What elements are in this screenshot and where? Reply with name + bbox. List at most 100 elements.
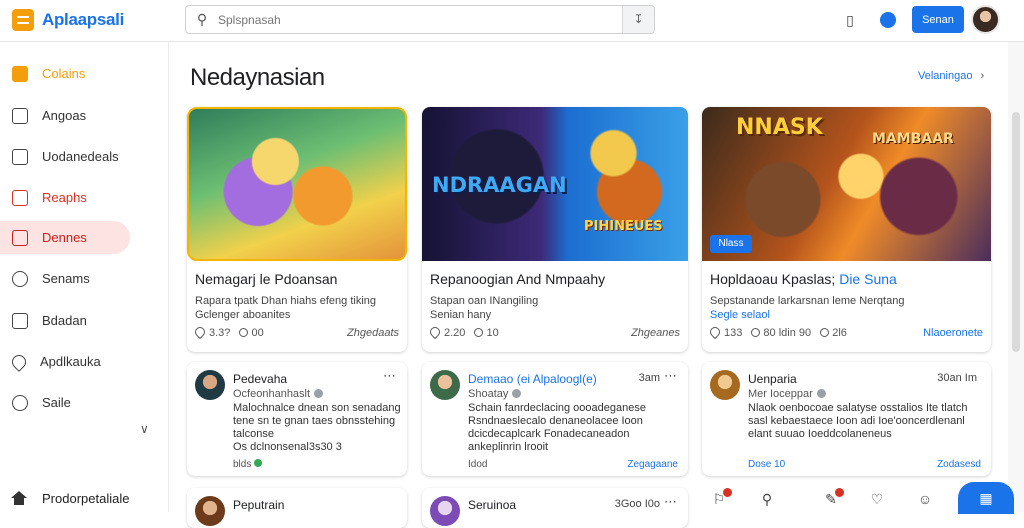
post-card[interactable]: Peputrain [187,488,407,528]
sidebar-item-apdlkauka[interactable]: Apdlkauka [0,345,130,378]
post-author[interactable]: Pedevaha [233,372,287,386]
card-tag[interactable]: Zhgeanes [631,327,680,339]
sidebar-item-label: Bdadan [42,313,87,328]
game-card[interactable]: NDRAAGAN PIHINEUES Repanoogian And Nmpaa… [422,107,688,352]
post-subtitle: Mer Ioceppar [748,388,826,400]
more-icon[interactable]: ⋯ [664,494,678,510]
sidebar-item-label: Angoas [42,108,87,123]
thumbnail-subtitle: PIHINEUES [584,219,663,234]
chevron-down-icon[interactable]: ∨ [140,422,149,436]
puzzle-icon [12,189,28,206]
voice-search-button[interactable]: ↧ [622,6,654,33]
avatar[interactable] [195,496,225,526]
verified-icon [512,389,522,398]
post-link[interactable]: Zodasesd [937,459,981,470]
chat-icon[interactable] [878,10,898,30]
thumbnail-title: NNASK [736,115,823,140]
game-card[interactable]: NNASK MAMBAAR Nlass Hopldaoau Kpaslas; D… [702,107,991,352]
bottom-nav-home[interactable]: Prodorpetaliale [0,484,169,512]
more-icon[interactable]: ⋯ [383,368,397,384]
see-all-label: Velaningao [918,70,973,82]
post-card[interactable]: Pedevaha ⋯ Ocfeonhanhaslt Malochnalce dn… [187,362,407,476]
heart-icon[interactable] [192,324,208,340]
comment-icon[interactable] [474,328,484,337]
post-subtitle: Shoatay [468,388,522,400]
avatar[interactable] [710,370,740,400]
card-desc-line: Sepstanande larkarsnan leme Nerqtang [710,295,905,307]
game-thumbnail[interactable] [187,107,407,261]
post-card[interactable]: Uenparia 30an Im Mer Ioceppar Nlaok oenb… [702,362,991,476]
sidebar-item-label: Uodanedeals [42,149,119,164]
more-icon[interactable]: ⋯ [664,368,678,384]
device-icon[interactable]: ▯ [840,10,860,30]
post-author[interactable]: Demaao (ei Alpaloogl(e) [468,372,597,386]
card-tag[interactable]: Nlaoeronete [923,327,983,339]
post-card[interactable]: Demaao (ei Alpaloogl(e) 3am ⋯ Shoatay Sc… [422,362,688,476]
comment-icon[interactable] [239,328,249,337]
card-title[interactable]: Repanoogian And Nmpaahy [430,271,605,287]
sidebar-item-bdadan[interactable]: Bdadan [0,304,130,337]
card-desc-line: Stapan oan INangiling [430,295,539,307]
sidebar: Colains Angoas Uodanedeals Reaphs Dennes… [0,42,169,512]
search-box[interactable]: ⚲ ↧ [185,5,655,34]
post-author[interactable]: Peputrain [233,498,284,512]
emoji-icon[interactable]: ☺ [916,490,934,508]
like-icon[interactable]: ♡ [868,490,886,508]
thumbnail-title: NDRAAGAN [432,173,567,197]
app-logo[interactable]: Aplaapsali [12,9,124,31]
sidebar-item-senams[interactable]: Senams [0,262,130,295]
scrollbar[interactable] [1008,42,1024,512]
comment-icon[interactable] [751,328,761,337]
sidebar-item-dennes[interactable]: Dennes [0,221,130,254]
menu-icon[interactable] [12,9,34,31]
sidebar-item-reaphs[interactable]: Reaphs [0,181,130,214]
card-desc-line: Rapara tpatk Dhan hiahs efeng tiking [195,295,377,307]
user-avatar[interactable] [971,5,1000,34]
heart-icon[interactable] [707,324,723,340]
like-count: 2.20 [444,327,466,339]
card-stats: 3.3? 00 [192,324,264,340]
post-text: Os dclnonsenal3s30 3 [233,441,342,453]
search-input[interactable] [218,12,622,27]
post-footer[interactable]: Dose 10 [748,459,785,470]
game-thumbnail[interactable]: NNASK MAMBAAR Nlass [702,107,991,261]
sidebar-item-label: Apdlkauka [40,354,101,369]
see-all-link[interactable]: Velaningao › [918,70,984,82]
card-title-link[interactable]: Die Suna [839,271,897,287]
post-author[interactable]: Uenparia [748,372,797,386]
sidebar-item-uodanedeals[interactable]: Uodanedeals [0,140,130,173]
main-content: Nedaynasian Velaningao › Nemagarj le Pdoa… [170,42,1008,528]
comment-count: 00 [251,327,264,339]
avatar[interactable] [430,496,460,526]
verified-icon [314,389,324,398]
sidebar-item-saile[interactable]: Saile [0,386,130,419]
game-thumbnail[interactable]: NDRAAGAN PIHINEUES [422,107,688,261]
search-icon[interactable]: ⚲ [758,490,776,508]
edit-icon[interactable]: ✎ [822,488,844,508]
card-title[interactable]: Hopldaoau Kpaslas; Die Suna [710,271,897,287]
like-count: 3.3? [209,327,231,339]
share-icon[interactable] [820,328,830,337]
scroll-thumb[interactable] [1012,112,1020,352]
sign-in-button[interactable]: Senan [912,6,964,33]
game-card[interactable]: Nemagarj le Pdoansan Rapara tpatk Dhan h… [187,107,407,352]
notifications-icon[interactable]: ⚐ [710,488,732,508]
avatar[interactable] [430,370,460,400]
card-title[interactable]: Nemagarj le Pdoansan [195,271,337,287]
card-description: Stapan oan INangiling Senian hany [430,294,630,322]
sidebar-item-angoas[interactable]: Angoas [0,99,130,132]
notification-badge [723,488,732,497]
online-icon [254,459,263,467]
post-body: Nlaok oenbocoae salatyse osstalios Ite t… [748,402,968,440]
sidebar-item-label: Reaphs [42,190,87,205]
avatar[interactable] [195,370,225,400]
post-card[interactable]: Seruinoa 3Goo I0o ⋯ [422,488,688,528]
sidebar-item-colains[interactable]: Colains [0,57,130,90]
compose-button[interactable]: ▦ [958,482,1014,514]
heart-icon[interactable] [427,324,443,340]
square-icon [12,229,28,246]
post-link[interactable]: Zegagaane [627,459,678,470]
card-tag[interactable]: Zhgedaats [347,327,399,339]
post-author[interactable]: Seruinoa [468,498,516,512]
card-desc-link[interactable]: Segle selaol [710,308,980,322]
